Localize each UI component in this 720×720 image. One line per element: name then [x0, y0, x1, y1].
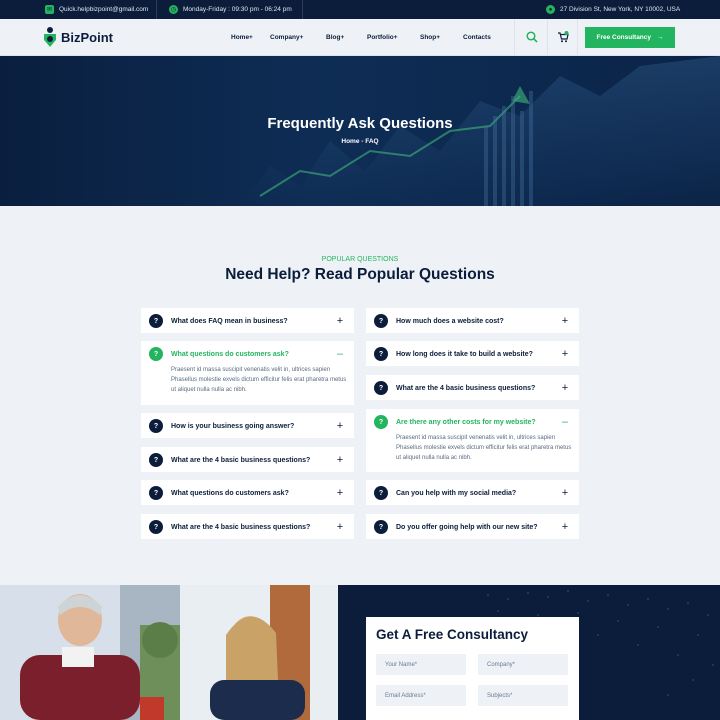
question-icon: ?	[374, 415, 388, 429]
faq-item[interactable]: ? What does FAQ mean in business? +	[141, 308, 354, 333]
question-icon: ?	[149, 453, 163, 467]
subject-field[interactable]: Subjects*	[478, 685, 568, 706]
topbar-hours: ◷ Monday-Friday : 09:30 pm - 06:24 pm	[169, 0, 292, 19]
plus-icon[interactable]: +	[335, 314, 345, 328]
faq-answer: Praesent id massa suscipit venenatis vel…	[396, 435, 572, 461]
nav-home[interactable]: Home+	[231, 19, 253, 56]
plus-icon[interactable]: +	[560, 347, 570, 361]
plus-icon[interactable]: +	[560, 520, 570, 534]
clock-icon: ◷	[169, 5, 178, 14]
company-field[interactable]: Company*	[478, 654, 568, 675]
logo-text: BizPoint	[61, 29, 113, 45]
cta-label: Free Consultancy	[596, 34, 652, 41]
faq-question: How much does a website cost?	[396, 317, 504, 325]
question-icon: ?	[374, 381, 388, 395]
email-field[interactable]: Email Address*	[376, 685, 466, 706]
arrow-right-icon: →	[657, 34, 664, 41]
nav-company[interactable]: Company+	[270, 19, 303, 56]
plus-icon[interactable]: +	[335, 486, 345, 500]
logo-mark-icon	[44, 27, 56, 47]
faq-question: What questions do customers ask?	[171, 489, 289, 497]
header-divider	[577, 19, 578, 56]
name-field[interactable]: Your Name*	[376, 654, 466, 675]
cart-icon[interactable]	[556, 30, 570, 44]
faq-question: Do you offer going help with our new sit…	[396, 523, 538, 531]
nav-portfolio[interactable]: Portfolio+	[367, 19, 398, 56]
location-pin-icon: ●	[546, 5, 555, 14]
header-divider	[514, 19, 515, 56]
topbar-divider	[156, 0, 157, 19]
question-icon: ?	[374, 520, 388, 534]
minus-icon[interactable]: –	[560, 415, 570, 429]
nav-contacts[interactable]: Contacts	[463, 19, 491, 56]
page-title: Frequently Ask Questions	[267, 115, 453, 132]
faq-item-open[interactable]: ? What questions do customers ask? – Pra…	[141, 341, 354, 405]
faq-item[interactable]: ? Do you offer going help with our new s…	[366, 514, 579, 539]
handshake-photo-illustration	[0, 585, 338, 720]
section-eyebrow: POPULAR QUESTIONS	[321, 256, 399, 263]
faq-item-open[interactable]: ? Are there any other costs for my websi…	[366, 409, 579, 472]
faq-question: What are the 4 basic business questions?	[396, 384, 536, 392]
minus-icon[interactable]: –	[335, 347, 345, 361]
faq-item[interactable]: ? What are the 4 basic business question…	[141, 447, 354, 472]
topbar-hours-text: Monday-Friday : 09:30 pm - 06:24 pm	[183, 6, 292, 13]
faq-item[interactable]: ? How much does a website cost? +	[366, 308, 579, 333]
faq-question: What questions do customers ask?	[171, 350, 289, 358]
topbar-email-text: Quick.helpbizpoint@gmail.com	[59, 6, 149, 13]
plus-icon[interactable]: +	[335, 419, 345, 433]
question-icon: ?	[149, 347, 163, 361]
faq-answer: Praesent id massa suscipit venenatis vel…	[171, 367, 347, 393]
nav-shop[interactable]: Shop+	[420, 19, 440, 56]
topbar-address-text: 27 Division St, New York, NY 10002, USA	[560, 6, 681, 13]
question-icon: ?	[374, 347, 388, 361]
plus-icon[interactable]: +	[560, 314, 570, 328]
question-icon: ?	[374, 314, 388, 328]
faq-question: Are there any other costs for my website…	[396, 418, 536, 426]
plus-icon[interactable]: +	[335, 520, 345, 534]
question-icon: ?	[374, 486, 388, 500]
faq-item[interactable]: ? What are the 4 basic business question…	[141, 514, 354, 539]
topbar-email[interactable]: ✉ Quick.helpbizpoint@gmail.com	[45, 0, 148, 19]
faq-item[interactable]: ? What are the 4 basic business question…	[366, 375, 579, 400]
nav-blog[interactable]: Blog+	[326, 19, 344, 56]
topbar-address: ● 27 Division St, New York, NY 10002, US…	[546, 0, 680, 19]
header-divider	[547, 19, 548, 56]
question-icon: ?	[149, 520, 163, 534]
faq-question: What does FAQ mean in business?	[171, 317, 288, 325]
faq-item[interactable]: ? Can you help with my social media? +	[366, 480, 579, 505]
mail-icon: ✉	[45, 5, 54, 14]
site-logo[interactable]: BizPoint	[44, 27, 113, 47]
section-title: Need Help? Read Popular Questions	[225, 266, 495, 283]
form-title: Get A Free Consultancy	[376, 627, 529, 642]
top-bar: ✉ Quick.helpbizpoint@gmail.com ◷ Monday-…	[0, 0, 720, 19]
faq-item[interactable]: ? What questions do customers ask? +	[141, 480, 354, 505]
page-hero: Frequently Ask Questions Home - FAQ	[0, 56, 720, 206]
question-icon: ?	[149, 314, 163, 328]
search-icon[interactable]	[525, 30, 539, 44]
faq-item[interactable]: ? How long does it take to build a websi…	[366, 341, 579, 366]
consultancy-form: Get A Free Consultancy Your Name* Compan…	[366, 617, 579, 720]
plus-icon[interactable]: +	[560, 381, 570, 395]
topbar-divider	[302, 0, 303, 19]
faq-question: What are the 4 basic business questions?	[171, 523, 311, 531]
faq-item[interactable]: ? How is your business going answer? +	[141, 413, 354, 438]
main-header: BizPoint Home+ Company+ Blog+ Portfolio+…	[0, 19, 720, 56]
question-icon: ?	[149, 419, 163, 433]
plus-icon[interactable]: +	[335, 453, 345, 467]
faq-question: How long does it take to build a website…	[396, 350, 533, 358]
question-icon: ?	[149, 486, 163, 500]
faq-question: How is your business going answer?	[171, 422, 295, 430]
faq-question: Can you help with my social media?	[396, 489, 517, 497]
faq-question: What are the 4 basic business questions?	[171, 456, 311, 464]
team-photo	[0, 585, 338, 720]
plus-icon[interactable]: +	[560, 486, 570, 500]
free-consultancy-button[interactable]: Free Consultancy →	[585, 27, 675, 48]
breadcrumb[interactable]: Home - FAQ	[0, 138, 720, 145]
